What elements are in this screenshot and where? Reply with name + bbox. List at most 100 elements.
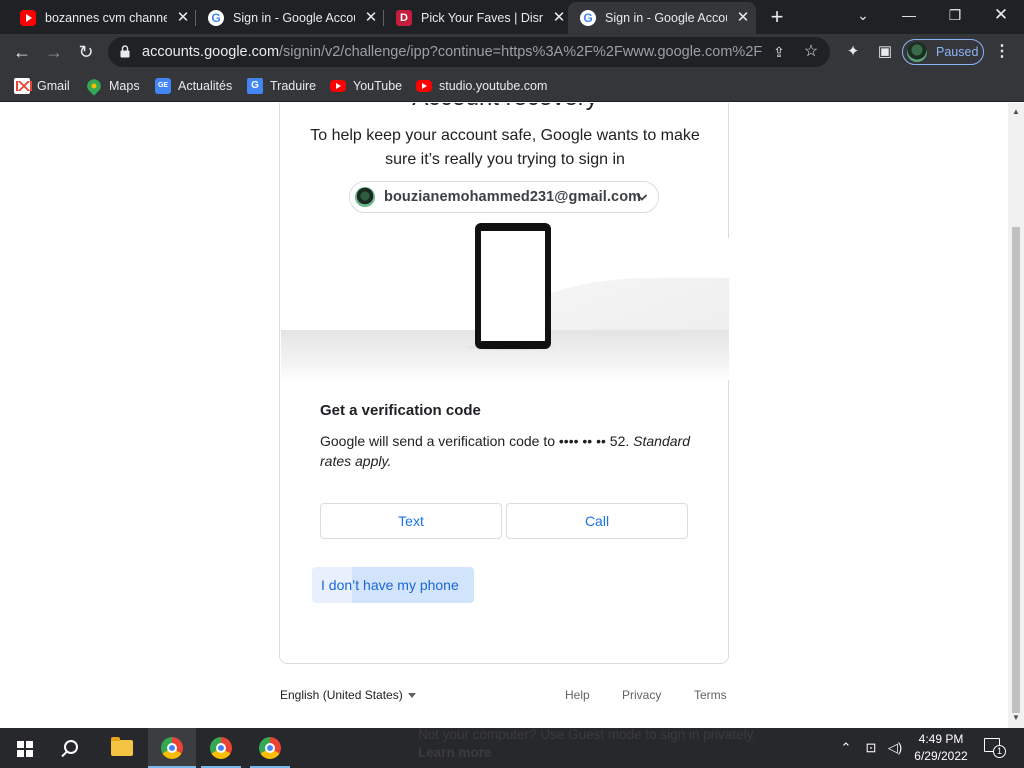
file-explorer-button[interactable] (98, 728, 146, 768)
tab-title: Pick Your Faves | Disney+ (421, 11, 543, 25)
section-body: Google will send a verification code to … (320, 431, 700, 471)
bookmark-label: Actualités (178, 79, 233, 93)
tab-strip: bozannes cvm channel - YouTube ✕ Sign in… (0, 0, 1024, 34)
chrome-icon (259, 737, 281, 759)
bookmark-label: Gmail (37, 79, 70, 93)
text-button[interactable]: Text (320, 503, 502, 539)
avatar (355, 187, 375, 207)
url-domain: accounts.google.com (142, 44, 280, 60)
more-menu-icon[interactable]: ⋮ (994, 41, 1010, 63)
forward-button[interactable]: → (40, 38, 68, 66)
bookmark-label: YouTube (353, 79, 403, 93)
google-icon (208, 10, 224, 26)
bookmark-actualites[interactable]: Actualités (155, 76, 232, 96)
start-button[interactable] (0, 728, 48, 768)
system-clock[interactable]: 4:49 PM 6/29/2022 (904, 731, 978, 765)
tab-google-signin[interactable]: Sign in - Google Accounts ✕ (196, 2, 382, 34)
tab-title: Sign in - Google Accounts (605, 11, 727, 25)
chrome-icon (161, 737, 183, 759)
close-icon[interactable]: ✕ (363, 10, 379, 26)
translate-icon (247, 78, 263, 94)
bookmark-star-icon[interactable]: ☆ (802, 43, 820, 61)
profile-status: Paused (936, 45, 979, 59)
section-title: Get a verification code (320, 402, 481, 419)
bookmark-traduire[interactable]: Traduire (247, 76, 316, 96)
close-icon[interactable]: ✕ (551, 10, 567, 26)
caret-down-icon[interactable] (408, 693, 416, 698)
maps-icon (84, 76, 104, 96)
help-link[interactable]: Help (565, 685, 590, 705)
notification-badge: 1 (993, 745, 1006, 758)
terms-link[interactable]: Terms (694, 685, 727, 705)
privacy-link[interactable]: Privacy (622, 685, 661, 705)
close-window-button[interactable]: ✕ (978, 0, 1024, 30)
bookmark-studio-youtube[interactable]: studio.youtube.com (416, 76, 547, 96)
section-body-main: Google will send a verification code to … (320, 433, 630, 449)
phone-screen (481, 231, 545, 341)
network-icon[interactable]: ⊡ (860, 728, 882, 768)
extensions-icon[interactable]: ✦ (842, 41, 864, 63)
minimize-button[interactable]: — (886, 0, 932, 30)
call-button[interactable]: Call (506, 503, 688, 539)
folder-icon (111, 737, 133, 756)
obscured-notice: Not your computer? Use Guest mode to sig… (418, 727, 757, 742)
bookmark-label: Traduire (270, 79, 317, 93)
browser-toolbar: ← → ↻ accounts.google.com/signin/v2/chal… (0, 34, 1024, 70)
youtube-icon (416, 80, 432, 92)
search-icon (64, 740, 78, 754)
no-phone-label: I don’t have my phone (321, 577, 459, 593)
page-scrollbar[interactable]: ▲ ▼ (1008, 103, 1024, 728)
disney-icon (396, 10, 412, 26)
avatar (907, 42, 927, 62)
lock-icon[interactable] (120, 45, 130, 58)
volume-icon[interactable]: ◁) (884, 728, 906, 768)
page-viewport: Account recovery To help keep your accou… (0, 103, 1008, 728)
page-footer: English (United States) Help Privacy Ter… (279, 685, 729, 705)
tab-search-icon[interactable]: ⌄ (840, 0, 886, 30)
language-selector[interactable]: English (United States) (280, 685, 403, 705)
phone-illustration (463, 223, 559, 351)
bookmark-maps[interactable]: Maps (84, 76, 140, 96)
gmail-icon (14, 78, 32, 94)
windows-logo-icon (17, 741, 33, 757)
bookmark-gmail[interactable]: Gmail (14, 76, 70, 96)
side-panel-icon[interactable]: ▣ (874, 41, 896, 63)
reload-button[interactable]: ↻ (72, 38, 100, 66)
bookmarks-bar: Gmail Maps Actualités Traduire YouTube s… (0, 70, 1024, 102)
scrollbar-thumb[interactable] (1012, 227, 1020, 713)
chevron-down-icon (636, 194, 648, 201)
scroll-up-icon[interactable]: ▲ (1008, 105, 1024, 119)
scroll-down-icon[interactable]: ▼ (1008, 711, 1024, 725)
page-subtitle: To help keep your account safe, Google w… (310, 127, 700, 168)
search-button[interactable] (48, 728, 96, 768)
share-icon[interactable]: ⇪ (770, 43, 788, 61)
chrome-profile-taskbar-button[interactable] (148, 728, 196, 768)
account-chip[interactable]: bouzianemohammed231@gmail.com (349, 181, 659, 213)
obscured-learn-more: Learn more (418, 745, 492, 760)
url-text[interactable]: accounts.google.com/signin/v2/challenge/… (142, 37, 762, 67)
show-hidden-icons[interactable]: ⌃ (836, 728, 856, 768)
clock-time: 4:49 PM (918, 732, 964, 746)
url-path: /signin/v2/challenge/ipp?continue=https%… (279, 44, 762, 60)
tab-disney[interactable]: Pick Your Faves | Disney+ ✕ (384, 2, 570, 34)
windows-taskbar: Not your computer? Use Guest mode to sig… (0, 728, 1024, 768)
bookmark-label: studio.youtube.com (439, 79, 548, 93)
close-icon[interactable]: ✕ (175, 10, 191, 26)
address-bar[interactable]: accounts.google.com/signin/v2/challenge/… (108, 37, 830, 67)
tab-youtube-channel[interactable]: bozannes cvm channel - YouTube ✕ (8, 2, 194, 34)
bookmark-youtube[interactable]: YouTube (330, 76, 402, 96)
profile-button[interactable]: Paused (902, 39, 984, 65)
action-center-button[interactable]: 1 (984, 736, 1006, 758)
chrome-taskbar-button[interactable] (197, 728, 245, 768)
account-email: bouzianemohammed231@gmail.com (384, 189, 642, 205)
new-tab-button[interactable]: + (766, 6, 788, 28)
bookmark-label: Maps (109, 79, 140, 93)
youtube-icon (20, 10, 36, 26)
no-phone-button[interactable]: I don’t have my phone (312, 567, 474, 603)
news-icon (155, 78, 171, 94)
back-button[interactable]: ← (8, 38, 36, 66)
close-icon[interactable]: ✕ (735, 10, 751, 26)
chrome-alt-profile-taskbar-button[interactable] (246, 728, 294, 768)
restore-button[interactable]: ❐ (932, 0, 978, 30)
tab-google-signin-active[interactable]: Sign in - Google Accounts ✕ (568, 2, 756, 34)
